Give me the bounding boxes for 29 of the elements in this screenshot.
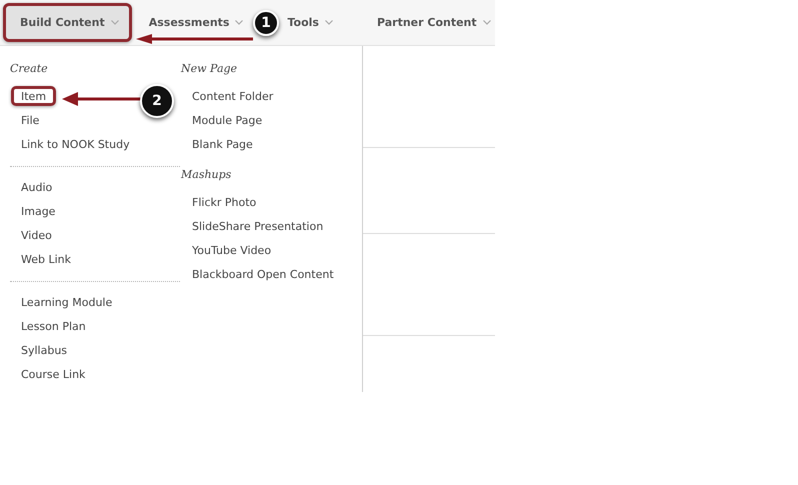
section-heading: New Page xyxy=(181,61,238,77)
menu-item[interactable]: Item xyxy=(11,86,56,106)
menu-item[interactable]: Content Folder xyxy=(192,84,274,108)
menu-item[interactable]: Module Page xyxy=(192,108,262,132)
section-heading: Mashups xyxy=(181,167,232,183)
menu-item[interactable]: File xyxy=(21,108,40,132)
menu-item[interactable]: Blank Page xyxy=(192,132,253,156)
menu-item[interactable]: Video xyxy=(21,223,52,247)
menu-item[interactable]: Blackboard Open Content xyxy=(192,262,334,286)
chevron-down-icon xyxy=(324,20,333,25)
menu-tab[interactable]: Tools xyxy=(282,12,338,32)
menu-item[interactable]: Image xyxy=(21,199,56,223)
menu-item[interactable]: Course Link xyxy=(21,362,86,386)
chevron-down-icon xyxy=(110,20,119,25)
menu-tab[interactable]: Partner Content xyxy=(372,12,496,32)
menu-item[interactable]: Audio xyxy=(21,175,52,199)
menu-item[interactable]: YouTube Video xyxy=(192,238,272,262)
menu-tab[interactable]: Build Content xyxy=(3,3,132,42)
chevron-down-icon xyxy=(482,20,491,25)
menu-item[interactable]: Link to NOOK Study xyxy=(21,132,130,156)
section-heading: Create xyxy=(10,61,48,77)
menu-tab[interactable]: Assessments xyxy=(144,12,248,32)
menu-item[interactable]: Learning Module xyxy=(21,290,112,314)
menu-item[interactable]: Lesson Plan xyxy=(21,314,86,338)
menu-item[interactable]: Flickr Photo xyxy=(192,190,256,214)
menu-item[interactable]: SlideShare Presentation xyxy=(192,214,324,238)
chevron-down-icon xyxy=(235,20,244,25)
menu-item[interactable]: Syllabus xyxy=(21,338,68,362)
menu-item[interactable]: Web Link xyxy=(21,247,72,271)
